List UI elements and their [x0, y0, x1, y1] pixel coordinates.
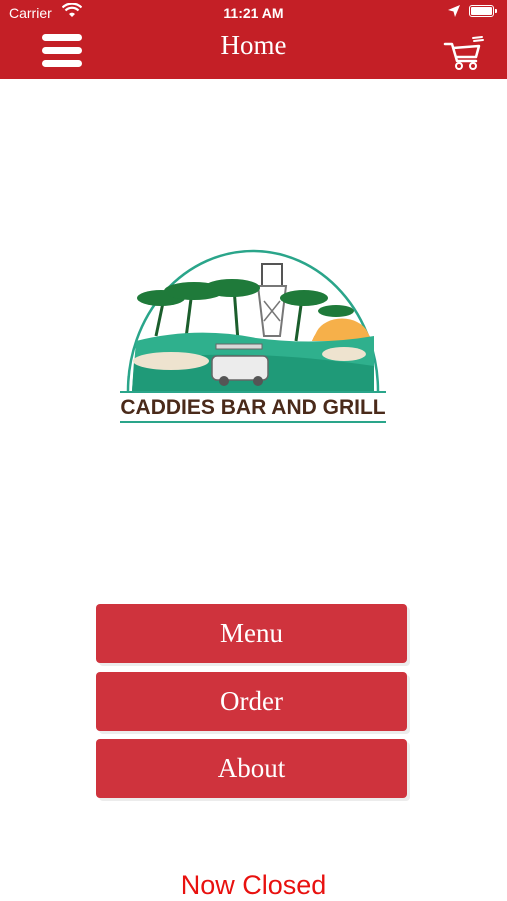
- shopping-cart-icon[interactable]: [443, 35, 485, 71]
- location-arrow-icon: [448, 5, 460, 17]
- caddies-logo: CADDIES BAR AND GRILL: [120, 249, 386, 423]
- menu-button[interactable]: Menu: [96, 604, 407, 663]
- open-status-label: Now Closed: [180, 870, 327, 900]
- page-title: Home: [220, 30, 287, 60]
- about-button[interactable]: About: [96, 739, 407, 798]
- order-button[interactable]: Order: [96, 672, 407, 731]
- clock: 11:21 AM: [223, 5, 284, 21]
- status-bar: Carrier 11:21 AM: [0, 0, 507, 28]
- top-bar: Carrier 11:21 AM Home: [0, 0, 507, 79]
- logo-text: CADDIES BAR AND GRILL: [120, 396, 385, 419]
- battery-icon: [469, 5, 497, 17]
